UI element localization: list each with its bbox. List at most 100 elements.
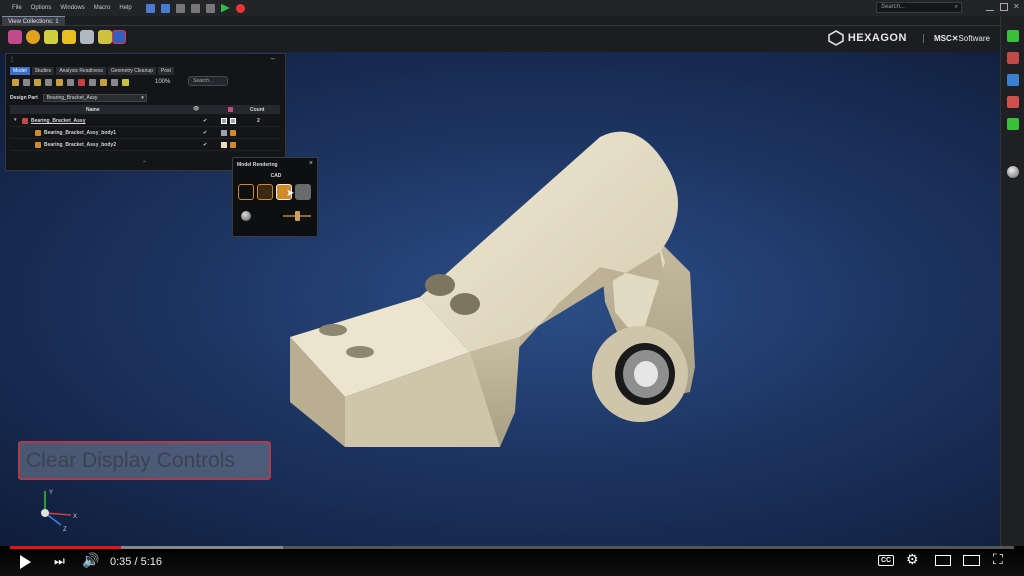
msc-brand-text: MSC✕Software xyxy=(922,33,990,43)
color-swatch[interactable] xyxy=(221,142,227,148)
fit-view-icon[interactable] xyxy=(1007,74,1019,86)
menu-bar: File Options Windows Macro Help Search..… xyxy=(0,0,1024,16)
load-icon[interactable] xyxy=(98,30,112,44)
close-icon[interactable]: ✕ xyxy=(1013,3,1021,11)
material-cube-icon[interactable] xyxy=(230,142,236,148)
color-swatch[interactable] xyxy=(221,118,227,124)
color-swatch[interactable] xyxy=(221,130,227,136)
slider-thumb[interactable] xyxy=(295,211,300,221)
captions-button[interactable]: CC xyxy=(878,555,895,566)
x-axis-label: X xyxy=(73,514,77,520)
part-icon[interactable] xyxy=(34,79,41,86)
column-count[interactable]: Count xyxy=(250,107,264,113)
color-icon[interactable] xyxy=(122,79,129,86)
body-icon[interactable] xyxy=(45,79,52,86)
tab-post[interactable]: Post xyxy=(157,67,174,75)
iso-view-icon[interactable] xyxy=(1007,118,1019,130)
tab-model[interactable]: Model xyxy=(10,67,30,75)
maximize-icon[interactable] xyxy=(1000,3,1008,11)
column-name[interactable]: Name xyxy=(86,107,100,113)
redo-icon[interactable] xyxy=(160,3,170,13)
mouse-cursor-icon: ➤ xyxy=(286,188,295,199)
hexagon-brand-text: HEXAGON xyxy=(847,32,907,44)
row-count: 2 xyxy=(257,118,260,124)
menu-windows[interactable]: Windows xyxy=(60,5,84,11)
panel-grip-icon[interactable]: ⋮ xyxy=(9,56,15,63)
material-cube-icon[interactable] xyxy=(230,130,236,136)
theater-mode-icon[interactable] xyxy=(963,555,980,566)
tree-row-name: Bearing_Bracket_Assy_body2 xyxy=(44,142,116,148)
view-cube-icon[interactable] xyxy=(1007,30,1019,42)
group-icon[interactable] xyxy=(56,79,63,86)
tree-row[interactable]: ▾ Bearing_Bracket_Assy ✔ 2 xyxy=(10,115,280,127)
boundary-icon[interactable] xyxy=(112,30,126,44)
print-icon[interactable] xyxy=(205,3,215,13)
body-cube-icon xyxy=(35,142,41,148)
tree-icon[interactable] xyxy=(111,79,118,86)
tree-row[interactable]: Bearing_Bracket_Assy_body1 ✔ xyxy=(10,127,280,139)
body-cube-icon xyxy=(35,130,41,136)
video-controls: ⏭ 🔊 0:35 / 5:16 CC ⚙ ⛶ xyxy=(0,546,1024,576)
design-part-row: Design Part Bearing_Bracket_Assy ▾ xyxy=(10,94,147,102)
isolate-icon[interactable] xyxy=(100,79,107,86)
geometry-icon[interactable] xyxy=(8,30,22,44)
material-column-icon[interactable] xyxy=(228,107,233,112)
axis-icon[interactable] xyxy=(1007,96,1019,108)
material-icon[interactable] xyxy=(62,30,76,44)
visible-check-icon[interactable]: ✔ xyxy=(203,118,207,124)
connect-icon[interactable] xyxy=(80,30,94,44)
visible-check-icon[interactable]: ✔ xyxy=(203,130,207,136)
render-sphere-icon[interactable] xyxy=(1007,166,1019,178)
zoom-level[interactable]: 100% xyxy=(155,79,170,85)
transparency-icon xyxy=(241,211,251,221)
sphere-icon[interactable] xyxy=(26,30,40,44)
undo-icon[interactable] xyxy=(145,3,155,13)
menu-options[interactable]: Options xyxy=(31,5,52,11)
shaded-edges-mode-icon[interactable] xyxy=(295,184,311,200)
mesh-icon[interactable] xyxy=(44,30,58,44)
next-icon[interactable]: ⏭ xyxy=(54,555,65,567)
fullscreen-icon[interactable]: ⛶ xyxy=(993,552,1003,566)
run-icon[interactable] xyxy=(220,3,230,13)
hidden-line-mode-icon[interactable] xyxy=(257,184,273,200)
record-icon[interactable] xyxy=(235,3,245,13)
sort-icon[interactable] xyxy=(67,79,74,86)
save-icon[interactable] xyxy=(175,3,185,13)
progress-bar[interactable] xyxy=(10,546,1014,549)
close-icon[interactable]: × xyxy=(309,160,313,167)
play-icon[interactable] xyxy=(20,555,31,569)
tree-row[interactable]: Bearing_Bracket_Assy_body2 ✔ xyxy=(10,139,280,151)
show-icon[interactable] xyxy=(89,79,96,86)
material-swatch[interactable] xyxy=(230,118,236,124)
menu-file[interactable]: File xyxy=(12,5,22,11)
panel-minimize-icon[interactable]: – xyxy=(271,54,275,63)
menu-macro[interactable]: Macro xyxy=(94,5,111,11)
tab-strip: View Collections: 1 xyxy=(0,16,1024,26)
tab-analysis-readiness[interactable]: Analysis Readiness xyxy=(56,67,106,75)
menu-help[interactable]: Help xyxy=(119,5,131,11)
tutorial-caption: Clear Display Controls xyxy=(18,441,271,480)
hexagon-logo-icon xyxy=(828,30,844,46)
browser-search-input[interactable]: Search... xyxy=(188,76,228,86)
visibility-column-icon[interactable]: 👁 xyxy=(193,106,199,112)
hide-icon[interactable] xyxy=(78,79,85,86)
design-part-label: Design Part xyxy=(10,95,38,101)
minimize-icon[interactable] xyxy=(986,3,994,11)
visible-check-icon[interactable]: ✔ xyxy=(203,142,207,148)
layers-icon[interactable] xyxy=(1007,52,1019,64)
expand-arrow-icon[interactable]: ▾ xyxy=(14,117,17,123)
wireframe-mode-icon[interactable] xyxy=(238,184,254,200)
miniplayer-icon[interactable] xyxy=(935,555,951,566)
resize-handle-icon[interactable]: ⌃ xyxy=(142,160,147,167)
tab-studies[interactable]: Studies xyxy=(31,67,55,75)
open-icon[interactable] xyxy=(190,3,200,13)
settings-gear-icon[interactable]: ⚙ xyxy=(906,552,919,566)
tab-geometry-cleanup[interactable]: Geometry Cleanup xyxy=(107,67,156,75)
design-part-select[interactable]: Bearing_Bracket_Assy ▾ xyxy=(42,94,147,102)
expand-icon[interactable] xyxy=(23,79,30,86)
tab-view-collections[interactable]: View Collections: 1 xyxy=(2,16,65,26)
filter-icon[interactable] xyxy=(12,79,19,86)
global-search-input[interactable]: Search... ⌕ xyxy=(876,2,962,13)
tree-row-name: Bearing_Bracket_Assy xyxy=(31,118,86,124)
volume-icon[interactable]: 🔊 xyxy=(82,553,99,567)
